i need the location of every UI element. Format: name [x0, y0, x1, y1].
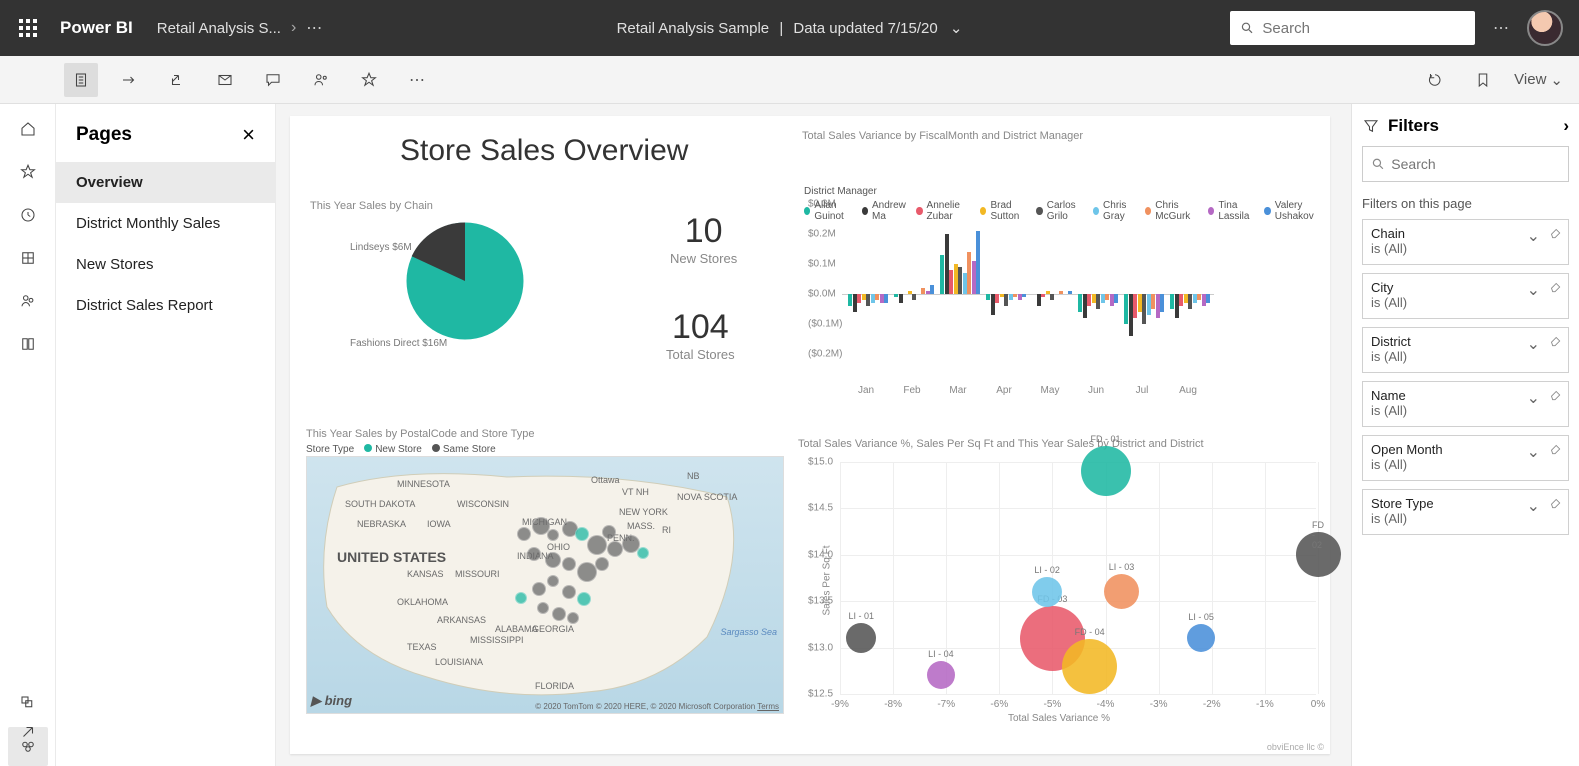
- share-icon[interactable]: [160, 63, 194, 97]
- map-attribution: © 2020 TomTom © 2020 HERE, © 2020 Micros…: [535, 702, 779, 711]
- nav-expand-icon[interactable]: [8, 712, 48, 752]
- view-dropdown[interactable]: View⌄: [1514, 71, 1563, 89]
- nav-shared-icon[interactable]: [8, 282, 48, 321]
- chevron-right-icon: ›: [291, 19, 296, 37]
- eraser-icon[interactable]: [1548, 388, 1562, 402]
- filters-pane: Filters › Filters on this page Chain is …: [1351, 104, 1579, 766]
- map-legend-title: Store Type: [306, 444, 354, 455]
- export-icon[interactable]: [112, 63, 146, 97]
- center-subtitle-text: Data updated 7/15/20: [793, 20, 937, 37]
- filter-icon: [1362, 117, 1380, 135]
- subscribe-icon[interactable]: [208, 63, 242, 97]
- card-total-stores-label: Total Stores: [666, 347, 735, 362]
- header-more-icon[interactable]: ⋯: [1493, 18, 1509, 38]
- chevron-down-icon[interactable]: ⌄: [1527, 226, 1540, 246]
- page-tab-district-monthly[interactable]: District Monthly Sales: [56, 203, 275, 244]
- pie-label-fashions: Fashions Direct $16M: [350, 338, 447, 349]
- map-title: This Year Sales by PostalCode and Store …: [306, 428, 535, 440]
- chevron-down-icon[interactable]: ⌄: [1527, 442, 1540, 462]
- chevron-down-icon[interactable]: ⌄: [1527, 334, 1540, 354]
- global-search-input[interactable]: [1262, 20, 1465, 37]
- filters-header: Filters ›: [1362, 116, 1569, 146]
- global-search[interactable]: [1230, 11, 1475, 45]
- nav-learn-icon[interactable]: [8, 325, 48, 364]
- filter-card-open-month[interactable]: Open Month is (All) ⌄: [1362, 435, 1569, 481]
- filters-search-input[interactable]: [1391, 156, 1560, 172]
- breadcrumb-more-icon[interactable]: ⋯: [306, 18, 322, 38]
- filter-card-district[interactable]: District is (All) ⌄: [1362, 327, 1569, 373]
- card-new-stores-value: 10: [670, 212, 737, 251]
- bookmark-icon[interactable]: [1466, 63, 1500, 97]
- collapse-icon[interactable]: ›: [1563, 116, 1569, 136]
- user-avatar[interactable]: [1527, 10, 1563, 46]
- card-new-stores[interactable]: 10 New Stores: [670, 212, 737, 266]
- report-page: Store Sales Overview This Year Sales by …: [290, 116, 1330, 754]
- map-legend-same: Same Store: [443, 444, 496, 455]
- more-actions-icon[interactable]: ⋯: [400, 63, 434, 97]
- top-header: Power BI Retail Analysis S... › ⋯ Retail…: [0, 0, 1579, 56]
- page-tab-new-stores[interactable]: New Stores: [56, 244, 275, 285]
- teams-icon[interactable]: [304, 63, 338, 97]
- card-total-stores[interactable]: 104 Total Stores: [666, 308, 735, 362]
- map-visual[interactable]: MINNESOTA SOUTH DAKOTA WISCONSIN MICHIGA…: [306, 456, 784, 714]
- nav-create-icon[interactable]: [8, 238, 48, 277]
- brand-label[interactable]: Power BI: [60, 18, 133, 38]
- close-icon[interactable]: ×: [242, 122, 255, 148]
- pie-chart-title: This Year Sales by Chain: [310, 200, 433, 212]
- bing-logo: ▶ bing: [311, 693, 352, 709]
- eraser-icon[interactable]: [1548, 226, 1562, 240]
- chevron-down-icon[interactable]: ⌄: [1527, 388, 1540, 408]
- breadcrumb-workspace[interactable]: Retail Analysis S...: [157, 20, 281, 37]
- page-tab-district-sales[interactable]: District Sales Report: [56, 285, 275, 326]
- bubble-chart[interactable]: Sales Per Sq Ft Total Sales Variance % $…: [798, 448, 1320, 722]
- filters-section-label: Filters on this page: [1362, 196, 1569, 211]
- eraser-icon[interactable]: [1548, 496, 1562, 510]
- bar-chart[interactable]: $0.3M $0.2M $0.1M $0.0M ($0.1M) ($0.2M) …: [804, 186, 1324, 396]
- filters-search[interactable]: [1362, 146, 1569, 182]
- view-label: View: [1514, 71, 1546, 88]
- pages-title: Pages: [76, 124, 132, 146]
- chevron-down-icon[interactable]: ⌄: [1527, 496, 1540, 516]
- eraser-icon[interactable]: [1548, 280, 1562, 294]
- map-legend: Store Type New Store Same Store: [306, 444, 496, 455]
- action-bar: ⋯ View⌄: [0, 56, 1579, 104]
- map-legend-new: New Store: [375, 444, 422, 455]
- center-title-text: Retail Analysis Sample: [617, 20, 770, 37]
- report-canvas: Store Sales Overview This Year Sales by …: [276, 104, 1351, 766]
- eraser-icon[interactable]: [1548, 442, 1562, 456]
- file-menu-icon[interactable]: [64, 63, 98, 97]
- bar-chart-title: Total Sales Variance by FiscalMonth and …: [802, 130, 1083, 142]
- filter-card-city[interactable]: City is (All) ⌄: [1362, 273, 1569, 319]
- watermark: obviEnce llc ©: [1267, 742, 1324, 752]
- nav-recent-icon[interactable]: [8, 195, 48, 234]
- nav-home-icon[interactable]: [8, 109, 48, 148]
- card-new-stores-label: New Stores: [670, 251, 737, 266]
- comment-icon[interactable]: [256, 63, 290, 97]
- filter-card-name[interactable]: Name is (All) ⌄: [1362, 381, 1569, 427]
- bubble-x-axis: Total Sales Variance %: [1008, 713, 1110, 724]
- chevron-down-icon[interactable]: ⌄: [1527, 280, 1540, 300]
- chevron-down-icon: ⌄: [950, 20, 963, 37]
- pages-pane: Pages × Overview District Monthly Sales …: [56, 104, 276, 766]
- chevron-down-icon: ⌄: [1550, 71, 1563, 89]
- bar-chart-legend: District Manager Allan GuinotAndrew MaAn…: [804, 186, 1330, 226]
- eraser-icon[interactable]: [1548, 334, 1562, 348]
- favorite-icon[interactable]: [352, 63, 386, 97]
- map-country-label: UNITED STATES: [337, 549, 446, 565]
- nav-rail: [0, 56, 56, 766]
- report-title-dropdown[interactable]: Retail Analysis Sample | Data updated 7/…: [617, 19, 963, 37]
- app-launcher-icon[interactable]: [8, 8, 48, 48]
- card-total-stores-value: 104: [666, 308, 735, 347]
- filter-card-store-type[interactable]: Store Type is (All) ⌄: [1362, 489, 1569, 535]
- filters-title: Filters: [1388, 116, 1439, 136]
- reset-icon[interactable]: [1418, 63, 1452, 97]
- pie-chart[interactable]: [400, 216, 530, 346]
- pages-header: Pages ×: [56, 116, 275, 162]
- nav-favorites-icon[interactable]: [8, 152, 48, 191]
- page-tab-overview[interactable]: Overview: [56, 162, 275, 203]
- filter-card-chain[interactable]: Chain is (All) ⌄: [1362, 219, 1569, 265]
- page-title: Store Sales Overview: [400, 134, 688, 168]
- pie-label-lindseys: Lindseys $6M: [350, 242, 412, 253]
